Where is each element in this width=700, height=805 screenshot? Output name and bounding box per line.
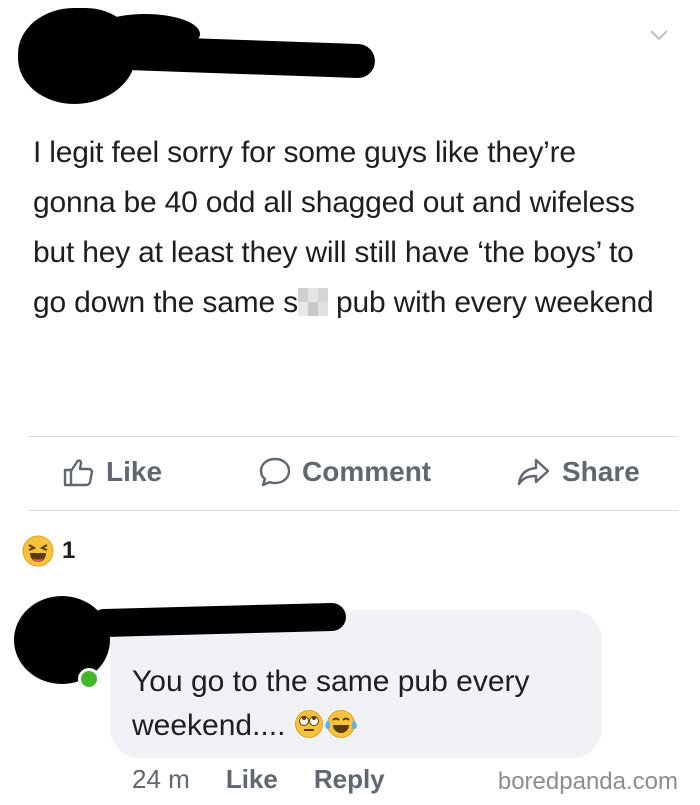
share-button[interactable]: Share <box>516 456 640 488</box>
censored-pixelation <box>297 288 328 316</box>
thumbs-up-icon <box>63 459 94 487</box>
redacted-name-stroke <box>90 14 200 54</box>
comment-meta: 24 m Like Reply <box>132 764 385 795</box>
post-divider-top <box>28 436 678 437</box>
speech-bubble-icon <box>259 457 291 487</box>
comment-reply-link[interactable]: Reply <box>314 764 385 795</box>
comment-text: You go to the same pub every weekend.... <box>132 665 530 742</box>
like-button[interactable]: Like <box>62 456 162 488</box>
laughing-emoji-icon <box>22 535 54 567</box>
reaction-count: 1 <box>62 537 76 564</box>
reactions-summary[interactable]: 1 <box>22 535 75 567</box>
tears-of-joy-emoji-icon <box>324 710 357 738</box>
share-label: Share <box>562 456 640 487</box>
post-divider-bottom <box>28 510 678 511</box>
like-label: Like <box>106 456 163 487</box>
post-actions-bar: Like Comment Share <box>0 448 700 504</box>
watermark: boredpanda.com <box>497 768 678 795</box>
share-arrow-icon <box>517 458 550 486</box>
comment-button[interactable]: Comment <box>258 456 431 488</box>
comment-label: Comment <box>302 456 432 487</box>
facebook-post: I legit feel sorry for some guys like th… <box>0 0 700 805</box>
post-text: I legit feel sorry for some guys like th… <box>33 136 654 319</box>
eye-roll-emoji-icon <box>294 710 323 738</box>
online-status-dot <box>78 668 100 690</box>
chevron-down-icon[interactable] <box>648 24 670 46</box>
comment-timestamp[interactable]: 24 m <box>132 764 190 795</box>
comment-like-link[interactable]: Like <box>226 764 278 795</box>
